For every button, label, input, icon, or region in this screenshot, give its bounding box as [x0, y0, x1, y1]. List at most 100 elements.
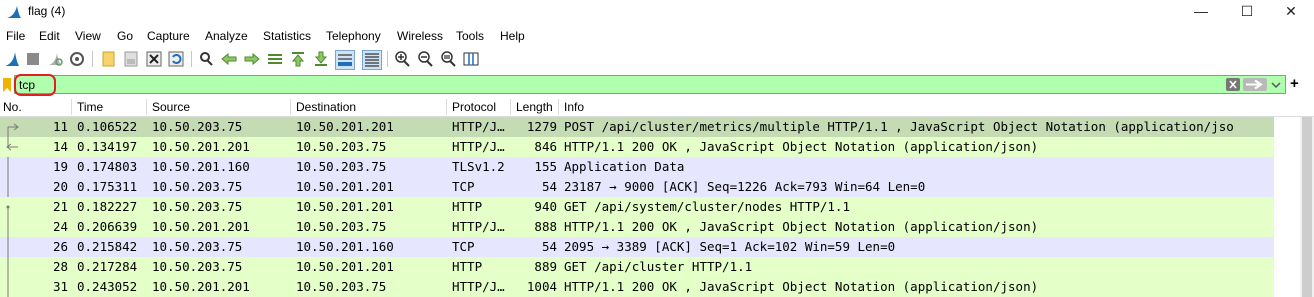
- column-separator[interactable]: [71, 99, 72, 115]
- packet-info-cell: HTTP/1.1 200 OK , JavaScript Object Nota…: [564, 139, 1039, 154]
- table-row[interactable]: 20 0.175311 10.50.203.75 10.50.201.201 TCP 54…: [0, 177, 1274, 197]
- packet-list: 11 0.106522 10.50.203.75 10.50.201.201 HTTP/…: [0, 117, 1274, 297]
- colorize-icon[interactable]: [362, 50, 382, 70]
- column-separator[interactable]: [146, 99, 147, 115]
- menu-tools[interactable]: Tools: [456, 29, 484, 43]
- column-time[interactable]: Time: [77, 100, 103, 114]
- table-row[interactable]: 19 0.174803 10.50.201.160 10.50.203.75 TLSv1…: [0, 157, 1274, 177]
- toolbar-separator: [92, 51, 93, 67]
- packet-length-cell: 889: [534, 259, 557, 274]
- table-row[interactable]: 28 0.217284 10.50.203.75 10.50.201.201 HTTP 8…: [0, 257, 1274, 277]
- table-row[interactable]: 24 0.206639 10.50.201.201 10.50.203.75 HTTP/…: [0, 217, 1274, 237]
- resize-columns-icon[interactable]: [462, 50, 480, 68]
- filter-history-chevron-icon[interactable]: [1271, 81, 1281, 89]
- maximize-button[interactable]: ☐: [1224, 0, 1270, 22]
- table-row[interactable]: 31 0.243052 10.50.201.201 10.50.203.75 HTTP/…: [0, 277, 1274, 297]
- column-info[interactable]: Info: [564, 100, 584, 114]
- packet-time-cell: 0.134197: [77, 139, 138, 154]
- packet-info-cell: GET /api/cluster HTTP/1.1: [564, 259, 753, 274]
- packet-number-cell: 24: [52, 219, 68, 234]
- restart-capture-icon[interactable]: [46, 50, 64, 68]
- packet-length-cell: 1279: [526, 119, 557, 134]
- packet-number-cell: 11: [52, 119, 68, 134]
- related-packet-icon: [7, 177, 9, 197]
- column-protocol[interactable]: Protocol: [452, 100, 496, 114]
- first-packet-icon[interactable]: [289, 50, 307, 68]
- main-toolbar: [0, 48, 1314, 72]
- packet-source-cell: 10.50.203.75: [152, 119, 243, 134]
- table-row[interactable]: 14 0.134197 10.50.201.201 10.50.203.75 HTTP/…: [0, 137, 1274, 157]
- table-row[interactable]: 11 0.106522 10.50.203.75 10.50.201.201 HTTP/…: [0, 117, 1274, 137]
- stop-capture-icon[interactable]: [24, 50, 42, 68]
- zoom-in-icon[interactable]: [393, 50, 411, 68]
- packet-protocol-cell: HTTP/J…: [452, 219, 505, 234]
- display-filter-field[interactable]: [14, 75, 1286, 94]
- wireshark-fin-icon: [7, 6, 21, 18]
- close-button[interactable]: ✕: [1268, 0, 1314, 22]
- menu-wireless[interactable]: Wireless: [397, 29, 443, 43]
- column-separator[interactable]: [290, 99, 291, 115]
- clear-filter-icon[interactable]: [1226, 78, 1240, 91]
- packet-list-header: No. Time Source Destination Protocol Len…: [0, 98, 1314, 117]
- zoom-out-icon[interactable]: [416, 50, 434, 68]
- packet-length-cell: 54: [541, 239, 557, 254]
- column-separator[interactable]: [558, 99, 559, 115]
- title-bar: flag (4) — ☐ ✕: [0, 0, 1314, 24]
- capture-options-icon[interactable]: [68, 50, 86, 68]
- packet-protocol-cell: HTTP/J…: [452, 139, 505, 154]
- find-packet-icon[interactable]: [197, 50, 215, 68]
- menu-help[interactable]: Help: [500, 29, 525, 43]
- packet-info-cell: 23187 → 9000 [ACK] Seq=1226 Ack=793 Win=…: [564, 179, 926, 194]
- column-destination[interactable]: Destination: [296, 100, 356, 114]
- packet-destination-cell: 10.50.201.201: [296, 119, 394, 134]
- bookmark-icon[interactable]: [2, 77, 12, 93]
- packet-protocol-cell: TLSv1.2: [452, 159, 505, 174]
- column-no[interactable]: No.: [3, 100, 22, 114]
- menu-view[interactable]: View: [75, 29, 101, 43]
- packet-destination-cell: 10.50.203.75: [296, 159, 387, 174]
- menu-telephony[interactable]: Telephony: [326, 29, 381, 43]
- table-row[interactable]: 21 0.182227 10.50.203.75 10.50.201.201 HTTP 9…: [0, 197, 1274, 217]
- menu-capture[interactable]: Capture: [147, 29, 190, 43]
- close-file-icon[interactable]: [145, 50, 163, 68]
- go-forward-icon[interactable]: [243, 50, 261, 68]
- related-packet-icon: [7, 217, 9, 237]
- table-row[interactable]: 26 0.215842 10.50.203.75 10.50.201.160 TCP 54…: [0, 237, 1274, 257]
- start-capture-icon[interactable]: [3, 50, 21, 68]
- display-filter-bar: +: [0, 74, 1314, 96]
- packet-destination-cell: 10.50.201.160: [296, 239, 394, 254]
- menu-edit[interactable]: Edit: [39, 29, 60, 43]
- packet-source-cell: 10.50.201.201: [152, 219, 250, 234]
- menu-bar: File Edit View Go Capture Analyze Statis…: [0, 26, 1314, 46]
- minimize-button[interactable]: —: [1178, 0, 1224, 22]
- go-back-icon[interactable]: [220, 50, 238, 68]
- column-separator[interactable]: [510, 99, 511, 115]
- zoom-normal-icon[interactable]: [439, 50, 457, 68]
- auto-scroll-icon[interactable]: [335, 50, 355, 70]
- packet-info-cell: GET /api/system/cluster/nodes HTTP/1.1: [564, 199, 850, 214]
- add-filter-button[interactable]: +: [1290, 75, 1299, 92]
- scrollbar-thumb[interactable]: [1302, 117, 1312, 297]
- packet-number-cell: 31: [52, 279, 68, 294]
- menu-go[interactable]: Go: [117, 29, 133, 43]
- open-file-icon[interactable]: [100, 50, 118, 68]
- save-file-icon[interactable]: [122, 50, 140, 68]
- apply-filter-icon[interactable]: [1243, 78, 1267, 91]
- menu-file[interactable]: File: [6, 29, 25, 43]
- column-source[interactable]: Source: [152, 100, 190, 114]
- packet-source-cell: 10.50.203.75: [152, 199, 243, 214]
- packet-list-scrollbar[interactable]: [1300, 117, 1314, 297]
- packet-protocol-cell: HTTP: [452, 199, 483, 214]
- display-filter-input[interactable]: [19, 78, 1219, 92]
- last-packet-icon[interactable]: [312, 50, 330, 68]
- go-to-packet-icon[interactable]: [266, 50, 284, 68]
- column-length[interactable]: Length: [516, 100, 553, 114]
- menu-statistics[interactable]: Statistics: [263, 29, 311, 43]
- reload-file-icon[interactable]: [167, 50, 185, 68]
- packet-source-cell: 10.50.203.75: [152, 179, 243, 194]
- menu-analyze[interactable]: Analyze: [205, 29, 248, 43]
- column-separator[interactable]: [446, 99, 447, 115]
- packet-time-cell: 0.215842: [77, 239, 138, 254]
- related-packet-icon: [7, 237, 9, 257]
- packet-time-cell: 0.175311: [77, 179, 138, 194]
